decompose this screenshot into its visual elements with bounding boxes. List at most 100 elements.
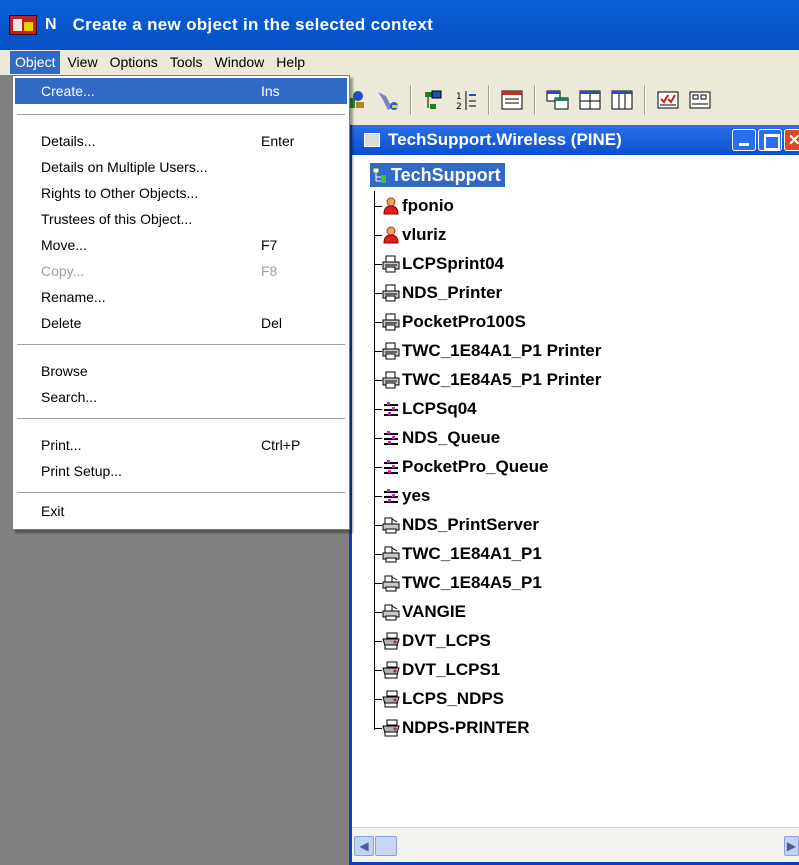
maximize-button[interactable] <box>758 129 782 151</box>
tree-root-label: TechSupport <box>391 164 501 185</box>
tree-node-label: NDPS-PRINTER <box>402 718 530 737</box>
ndps-printer-icon <box>382 632 400 650</box>
object-menu-dropdown: Create... Ins Details... Enter Details on … <box>12 75 350 530</box>
menu-item-search[interactable]: Search... <box>15 384 347 410</box>
print-queue-icon <box>382 429 400 447</box>
tree-connector-line <box>374 205 382 207</box>
printer-icon <box>382 284 400 302</box>
tree-root-techsupport[interactable]: TechSupport <box>370 163 505 187</box>
menu-tools[interactable]: Tools <box>165 51 208 74</box>
menu-separator <box>17 344 345 346</box>
tree-node[interactable]: TWC_1E84A5_P1 <box>374 571 542 595</box>
tree-node[interactable]: PocketPro100S <box>374 310 526 334</box>
menu-item-create[interactable]: Create... Ins <box>15 78 347 104</box>
menu-item-details[interactable]: Details... Enter <box>15 128 347 154</box>
menu-bar: Object View Options Tools Window Help <box>0 50 799 75</box>
tile-vertical-toolbar-icon[interactable] <box>608 86 636 114</box>
menu-item-label: Search... <box>41 389 98 405</box>
menu-view[interactable]: View <box>62 51 102 74</box>
tree-node[interactable]: LCPSprint04 <box>374 252 504 276</box>
menu-item-rename[interactable]: Rename... <box>15 284 347 310</box>
tree-node[interactable]: LCPSq04 <box>374 397 477 421</box>
tree-node[interactable]: DVT_LCPS1 <box>374 658 500 682</box>
menu-item-details-multiple-users[interactable]: Details on Multiple Users... <box>15 154 347 180</box>
tree-node[interactable]: NDS_Printer <box>374 281 502 305</box>
tree-node[interactable]: TWC_1E84A5_P1 Printer <box>374 368 601 392</box>
close-button[interactable] <box>784 129 799 151</box>
menu-item-trustees[interactable]: Trustees of this Object... <box>15 206 347 232</box>
tree-node-label: vluriz <box>402 225 447 244</box>
scroll-thumb[interactable] <box>375 836 397 856</box>
menu-item-shortcut: Ins <box>261 83 280 99</box>
menu-item-label: Print Setup... <box>41 463 122 479</box>
tree-node[interactable]: NDPS-PRINTER <box>374 716 530 740</box>
minimize-button[interactable] <box>732 129 756 151</box>
tree-connector-line <box>374 437 382 439</box>
properties-toolbar-icon[interactable] <box>686 86 714 114</box>
print-server-icon <box>382 603 400 621</box>
toolbar-separator <box>410 85 412 115</box>
user-icon <box>382 197 400 215</box>
menu-help[interactable]: Help <box>271 51 310 74</box>
menu-item-label: Exit <box>41 503 65 519</box>
tree-node-label: TWC_1E84A1_P1 <box>402 544 542 563</box>
tree-connector-line <box>374 350 382 352</box>
print-queue-icon <box>382 400 400 418</box>
tree-node-label: TWC_1E84A5_P1 <box>402 573 542 592</box>
menu-item-exit[interactable]: Exit <box>15 498 347 524</box>
scroll-right-arrow-icon[interactable]: ▶ <box>784 836 799 856</box>
tree-node[interactable]: TWC_1E84A1_P1 <box>374 542 542 566</box>
tree-node[interactable]: yes <box>374 484 430 508</box>
toolbar-separator <box>534 85 536 115</box>
tree-node-label: PocketPro_Queue <box>402 457 549 476</box>
menu-window[interactable]: Window <box>210 51 270 74</box>
tree-node-label: DVT_LCPS1 <box>402 660 501 679</box>
browser-window-icon[interactable] <box>364 133 380 147</box>
tree-node[interactable]: LCPS_NDPS <box>374 687 504 711</box>
tree-node[interactable]: NDS_Queue <box>374 426 500 450</box>
tree-node[interactable]: DVT_LCPS <box>374 629 491 653</box>
print-queue-icon <box>382 458 400 476</box>
tree-view-toolbar-icon[interactable] <box>420 86 448 114</box>
ndps-printer-icon <box>382 690 400 708</box>
browser-window-titlebar[interactable]: TechSupport.Wireless (PINE) <box>352 125 799 155</box>
tree-node-label: VANGIE <box>402 602 466 621</box>
title-bar: N Create a new object in the selected co… <box>0 0 799 50</box>
horizontal-scrollbar[interactable]: ◀ ▶ <box>352 827 799 862</box>
scroll-left-arrow-icon[interactable]: ◀ <box>354 836 374 856</box>
menu-item-shortcut: Ctrl+P <box>261 437 301 453</box>
toolbar-separator <box>644 85 646 115</box>
menu-item-browse[interactable]: Browse <box>15 358 347 384</box>
menu-item-label: Rights to Other Objects... <box>41 185 199 201</box>
menu-object[interactable]: Object <box>10 51 61 74</box>
menu-item-print[interactable]: Print... Ctrl+P <box>15 432 347 458</box>
tree-node[interactable]: fponio <box>374 194 454 218</box>
printer-icon <box>382 313 400 331</box>
tree-node-label: PocketPro100S <box>402 312 526 331</box>
rights-toolbar-icon[interactable] <box>374 86 402 114</box>
menu-item-delete[interactable]: Delete Del <box>15 310 347 336</box>
sort-toolbar-icon[interactable]: 12 <box>452 86 480 114</box>
tree-node[interactable]: vluriz <box>374 223 446 247</box>
menu-item-rights-to-other-objects[interactable]: Rights to Other Objects... <box>15 180 347 206</box>
menu-item-label: Details on Multiple Users... <box>41 159 208 175</box>
app-icon[interactable] <box>9 15 37 35</box>
menu-item-label: Browse <box>41 363 88 379</box>
tree-node[interactable]: TWC_1E84A1_P1 Printer <box>374 339 601 363</box>
nwadmin-application: N Create a new object in the selected co… <box>0 0 799 865</box>
cascade-windows-toolbar-icon[interactable] <box>544 86 572 114</box>
menu-separator <box>17 114 345 116</box>
object-list-toolbar-icon[interactable] <box>498 86 526 114</box>
tree-node[interactable]: NDS_PrintServer <box>374 513 539 537</box>
menu-item-label: Rename... <box>41 289 106 305</box>
menu-options[interactable]: Options <box>105 51 163 74</box>
print-server-icon <box>382 574 400 592</box>
tree-node[interactable]: VANGIE <box>374 600 466 624</box>
menu-item-move[interactable]: Move... F7 <box>15 232 347 258</box>
tree-connector-line <box>374 524 382 526</box>
menu-item-print-setup[interactable]: Print Setup... <box>15 458 347 484</box>
check-toolbar-icon[interactable] <box>654 86 682 114</box>
tree-node[interactable]: PocketPro_Queue <box>374 455 548 479</box>
ndps-printer-icon <box>382 661 400 679</box>
tile-windows-toolbar-icon[interactable] <box>576 86 604 114</box>
